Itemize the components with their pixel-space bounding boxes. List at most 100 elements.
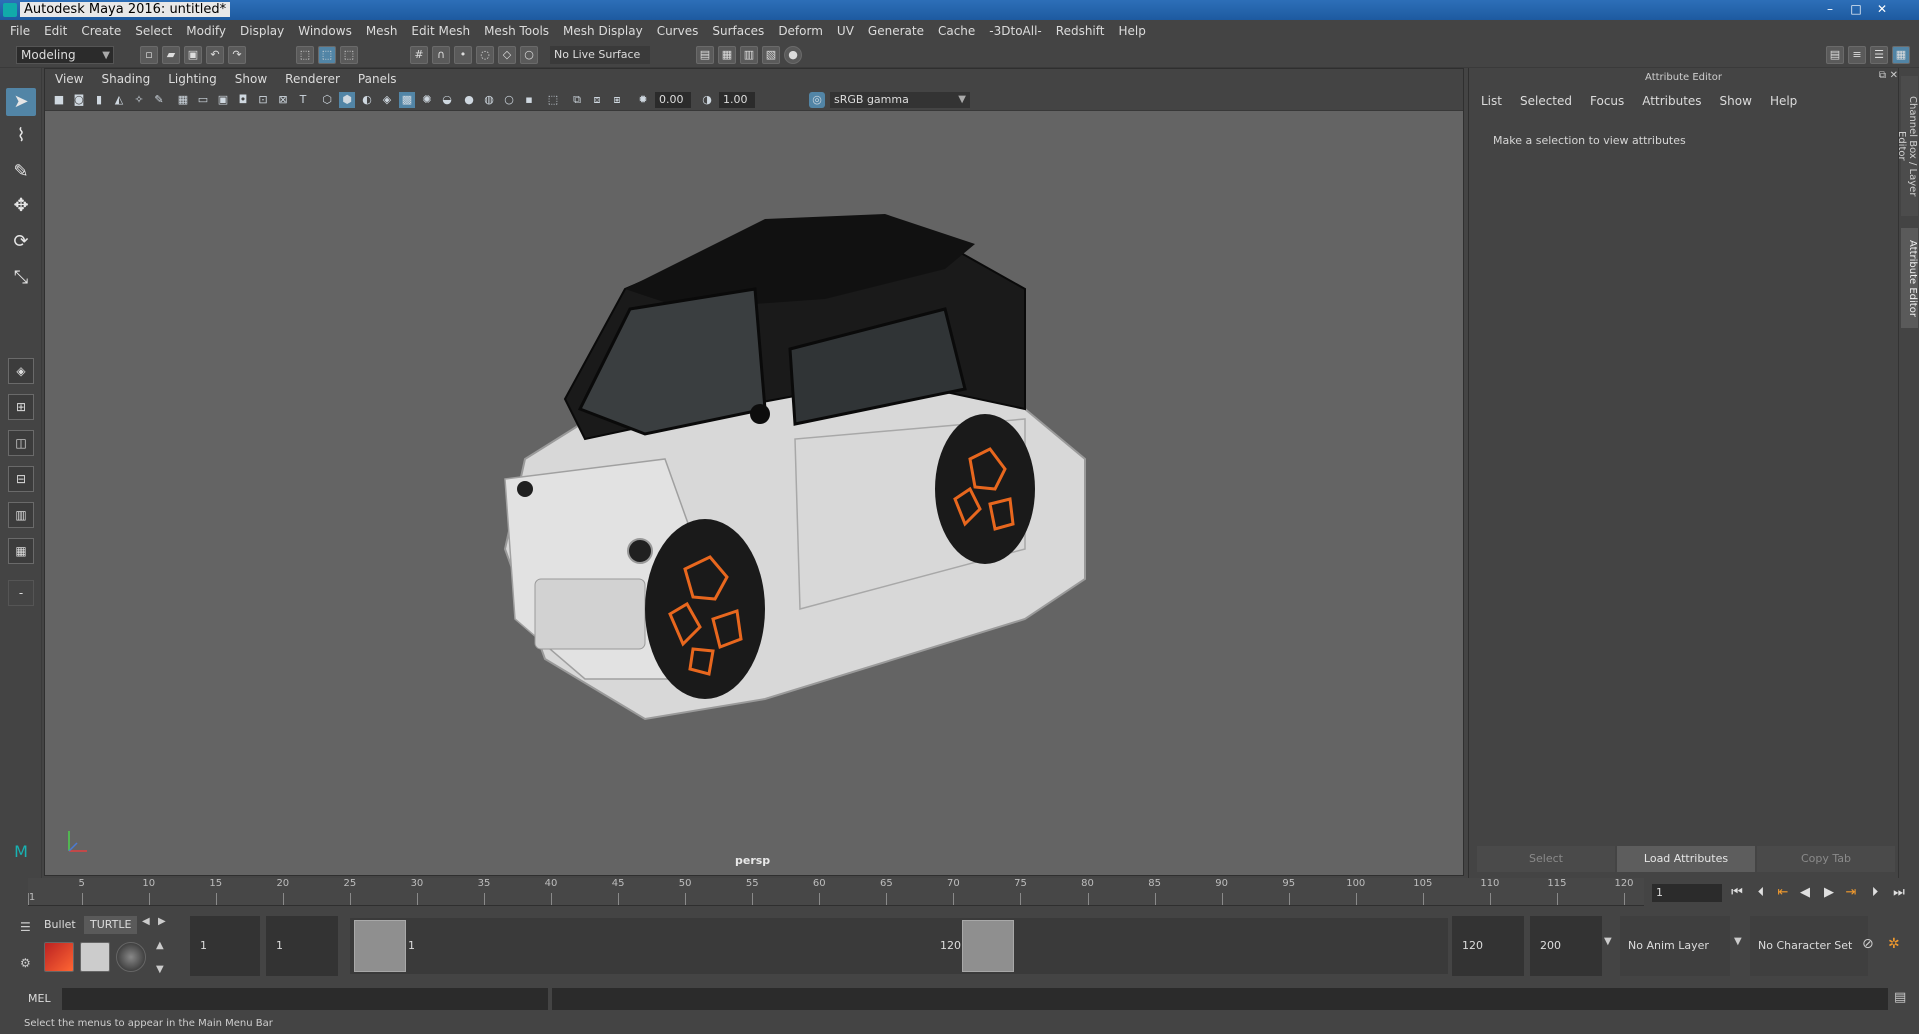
safe-title-icon[interactable]: T xyxy=(295,92,311,108)
attribute-editor-toggle-icon[interactable]: ▦ xyxy=(1892,46,1910,64)
step-forward-key-icon[interactable]: ⏵ xyxy=(1866,884,1884,902)
view-transform-dropdown[interactable]: sRGB gamma ▼ xyxy=(830,92,970,108)
current-frame-field[interactable]: 1 xyxy=(1652,884,1722,902)
menu-redshift[interactable]: Redshift xyxy=(1056,24,1105,38)
copy-tab-button[interactable]: Copy Tab xyxy=(1757,846,1895,872)
isolate-select-icon[interactable]: ⬚ xyxy=(545,92,561,108)
viewport-menu-lighting[interactable]: Lighting xyxy=(168,72,217,86)
persp-outliner-layout-icon[interactable]: ▥ xyxy=(8,502,34,528)
ae-menu-help[interactable]: Help xyxy=(1770,94,1797,108)
grid-toggle-icon[interactable]: ▦ xyxy=(175,92,191,108)
default-material-icon[interactable]: ◐ xyxy=(359,92,375,108)
tab-channel-box[interactable]: Channel Box / Layer Editor xyxy=(1896,76,1918,216)
menu-deform[interactable]: Deform xyxy=(778,24,823,38)
menu-cache[interactable]: Cache xyxy=(938,24,975,38)
viewport-menu-view[interactable]: View xyxy=(55,72,83,86)
viewport-menu-shading[interactable]: Shading xyxy=(101,72,150,86)
workspace-icon[interactable]: ▤ xyxy=(1826,46,1844,64)
menu-mesh-tools[interactable]: Mesh Tools xyxy=(484,24,549,38)
motion-blur-icon[interactable]: ◍ xyxy=(481,92,497,108)
wireframe-icon[interactable]: ⬡ xyxy=(319,92,335,108)
turtle-bake-icon[interactable] xyxy=(80,942,110,972)
menu-modify[interactable]: Modify xyxy=(186,24,226,38)
load-attributes-button[interactable]: Load Attributes xyxy=(1617,846,1755,872)
shelf-down-icon[interactable]: ▼ xyxy=(156,964,164,975)
menu-windows[interactable]: Windows xyxy=(298,24,352,38)
shelf-menu-icon[interactable]: ☰ xyxy=(20,920,31,934)
ae-menu-selected[interactable]: Selected xyxy=(1520,94,1572,108)
play-forwards-icon[interactable]: ▶ xyxy=(1820,884,1838,902)
menu-curves[interactable]: Curves xyxy=(657,24,699,38)
2d-pan-zoom-icon[interactable]: ✧ xyxy=(131,92,147,108)
hypershade-layout-icon[interactable]: ▦ xyxy=(8,538,34,564)
menu-file[interactable]: File xyxy=(10,24,30,38)
gamma-icon[interactable]: ◑ xyxy=(699,92,715,108)
use-all-lights-icon[interactable]: ✺ xyxy=(419,92,435,108)
character-set-dropdown[interactable]: No Character Set xyxy=(1750,916,1868,976)
render-view-icon[interactable]: ▧ xyxy=(762,46,780,64)
ae-menu-attributes[interactable]: Attributes xyxy=(1642,94,1701,108)
select-by-object-icon[interactable]: ⬚ xyxy=(318,46,336,64)
screen-space-ao-icon[interactable]: ● xyxy=(461,92,477,108)
ae-menu-list[interactable]: List xyxy=(1481,94,1502,108)
viewport-panel[interactable]: View Shading Lighting Show Renderer Pane… xyxy=(44,68,1464,876)
hypershade-icon[interactable]: ● xyxy=(784,46,802,64)
rotate-tool-icon[interactable]: ⟳ xyxy=(6,228,36,256)
undo-icon[interactable]: ↶ xyxy=(206,46,224,64)
bookmark-icon[interactable]: ▮ xyxy=(91,92,107,108)
image-plane-icon[interactable]: ◭ xyxy=(111,92,127,108)
open-scene-icon[interactable]: ▰ xyxy=(162,46,180,64)
menu-help[interactable]: Help xyxy=(1118,24,1145,38)
menu-create[interactable]: Create xyxy=(81,24,121,38)
outliner-icon[interactable]: ≡ xyxy=(1848,46,1866,64)
close-panel-icon[interactable]: ✕ xyxy=(1890,70,1898,81)
save-scene-icon[interactable]: ▣ xyxy=(184,46,202,64)
turtle-render-icon[interactable] xyxy=(44,942,74,972)
menu-3dtoall[interactable]: -3DtoAll- xyxy=(989,24,1041,38)
menu-uv[interactable]: UV xyxy=(837,24,854,38)
playback-end-field[interactable]: 120 xyxy=(1452,916,1524,976)
chevron-down-icon[interactable]: ▼ xyxy=(1604,936,1612,947)
menu-display[interactable]: Display xyxy=(240,24,284,38)
field-chart-icon[interactable]: ⊡ xyxy=(255,92,271,108)
shelf-tab-turtle[interactable]: TURTLE xyxy=(84,916,138,934)
anim-layer-dropdown[interactable]: No Anim Layer xyxy=(1620,916,1730,976)
textured-icon[interactable]: ▩ xyxy=(399,92,415,108)
shadows-icon[interactable]: ◒ xyxy=(439,92,455,108)
viewport-menu-panels[interactable]: Panels xyxy=(358,72,397,86)
grease-pencil-icon[interactable]: ✎ xyxy=(151,92,167,108)
close-icon[interactable]: ✕ xyxy=(1870,0,1894,18)
move-tool-icon[interactable]: ✥ xyxy=(6,192,36,220)
scale-tool-icon[interactable]: ⤡ xyxy=(6,264,36,292)
resolution-gate-icon[interactable]: ▣ xyxy=(215,92,231,108)
menu-mesh-display[interactable]: Mesh Display xyxy=(563,24,643,38)
shelf-up-icon[interactable]: ▲ xyxy=(156,940,164,951)
four-view-layout-icon[interactable]: ⊞ xyxy=(8,394,34,420)
toggle-panels-icon[interactable]: ☰ xyxy=(1870,46,1888,64)
range-track[interactable]: 1 120 xyxy=(350,918,1448,974)
wireframe-on-shaded-icon[interactable]: ◈ xyxy=(379,92,395,108)
make-live-icon[interactable]: ○ xyxy=(520,46,538,64)
select-tool-icon[interactable]: ➤ xyxy=(6,88,36,116)
animation-start-field[interactable]: 1 xyxy=(190,916,260,976)
more-layouts-icon[interactable]: - xyxy=(8,580,34,606)
shelf-settings-icon[interactable]: ⚙ xyxy=(20,956,31,970)
go-to-start-icon[interactable]: ⏮ xyxy=(1728,884,1746,902)
step-back-key-icon[interactable]: ⏴ xyxy=(1752,884,1770,902)
tab-attribute-editor[interactable]: Attribute Editor xyxy=(1901,228,1918,328)
menu-surfaces[interactable]: Surfaces xyxy=(712,24,764,38)
command-input[interactable] xyxy=(62,988,548,1010)
safe-action-icon[interactable]: ⊠ xyxy=(275,92,291,108)
camera-attributes-icon[interactable]: ◙ xyxy=(71,92,87,108)
smooth-shade-icon[interactable]: ⬢ xyxy=(339,92,355,108)
ipr-render-icon[interactable]: ▥ xyxy=(740,46,758,64)
lasso-tool-icon[interactable]: ⌇ xyxy=(6,122,36,150)
shelf-scroll-left-icon[interactable]: ◀ xyxy=(142,916,150,927)
play-backwards-icon[interactable]: ◀ xyxy=(1796,884,1814,902)
render-frame-icon[interactable]: ▦ xyxy=(718,46,736,64)
shelf-tab-bullet[interactable]: Bullet xyxy=(38,916,82,934)
gamma-field[interactable]: 1.00 xyxy=(719,92,755,108)
time-slider-track[interactable]: 1 5 10 15 20 25 30 35 40 45 50 55 60 65 70 75 80 85 90 95 10… xyxy=(28,878,1644,906)
xray-components-icon[interactable]: ⧆ xyxy=(609,92,625,108)
command-language-label[interactable]: MEL xyxy=(28,992,51,1005)
